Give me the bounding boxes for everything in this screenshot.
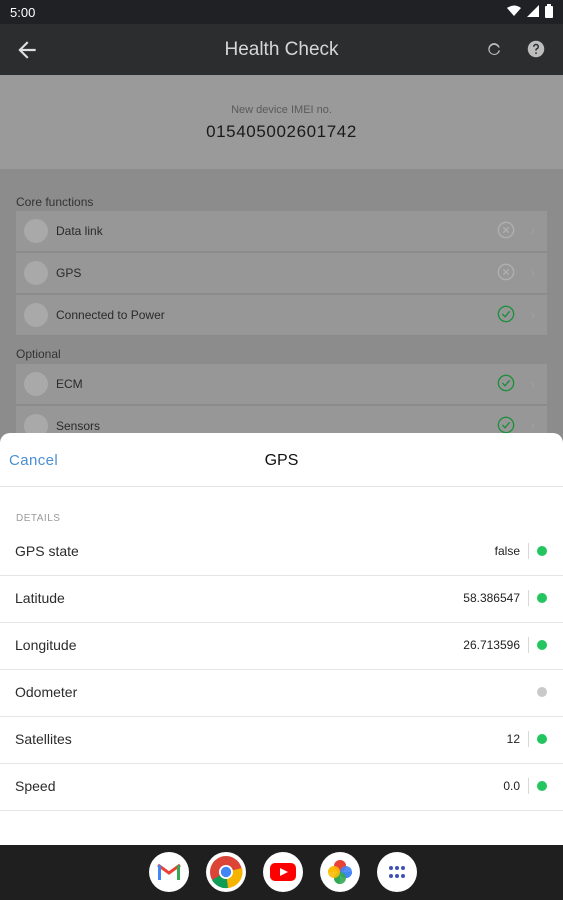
detail-key: Speed	[15, 778, 56, 794]
core-item-label: Data link	[56, 224, 103, 238]
chevron-right-icon: ›	[530, 376, 535, 391]
chevron-right-icon: ›	[530, 418, 535, 433]
status-error-icon	[497, 263, 515, 281]
app-bar: Health Check	[0, 24, 563, 75]
optional-item-ecm[interactable]: ECM ›	[16, 364, 547, 405]
battery-icon	[545, 4, 553, 18]
status-bar: 5:00	[0, 0, 563, 24]
status-dot	[537, 687, 547, 697]
divider	[528, 731, 529, 747]
app-drawer-icon[interactable]	[377, 852, 417, 892]
divider	[528, 637, 529, 653]
core-functions-title: Core functions	[16, 195, 94, 209]
detail-value: 26.713596	[463, 638, 520, 652]
status-dot	[537, 734, 547, 744]
chrome-icon[interactable]	[206, 852, 246, 892]
chevron-right-icon: ›	[530, 265, 535, 280]
app-dock	[149, 852, 417, 892]
detail-value: 58.386547	[463, 591, 520, 605]
page-title: Health Check	[224, 39, 339, 60]
detail-row-longitude: Longitude 26.713596	[0, 622, 563, 670]
details-section-label: DETAILS	[16, 513, 61, 524]
detail-value: 12	[506, 732, 520, 746]
detail-key: Odometer	[15, 684, 78, 700]
detail-row-odometer: Odometer	[0, 669, 563, 717]
core-item-data-link[interactable]: Data link ›	[16, 211, 547, 252]
sheet-title: GPS	[264, 452, 299, 469]
optional-title: Optional	[16, 347, 61, 361]
status-ok-icon	[497, 416, 515, 434]
status-icons	[507, 4, 553, 18]
imei-value: 015405002601742	[206, 122, 357, 141]
status-dot	[537, 781, 547, 791]
status-dot	[537, 546, 547, 556]
nav-bar	[0, 845, 563, 900]
sheet-header: Cancel GPS	[0, 433, 563, 487]
detail-value: 0.0	[503, 779, 520, 793]
divider	[528, 778, 529, 794]
imei-label: New device IMEI no.	[231, 104, 332, 116]
location-pin-icon	[24, 261, 48, 285]
detail-value: false	[494, 544, 520, 558]
status-ok-icon	[497, 305, 515, 323]
status-ok-icon	[497, 374, 515, 392]
detail-row-gps-state: GPS state false	[0, 528, 563, 576]
detail-key: Longitude	[15, 637, 77, 653]
core-item-power[interactable]: Connected to Power ›	[16, 295, 547, 336]
link-icon	[24, 219, 48, 243]
youtube-icon[interactable]	[263, 852, 303, 892]
refresh-icon[interactable]	[485, 40, 503, 58]
detail-row-latitude: Latitude 58.386547	[0, 575, 563, 623]
core-item-label: GPS	[56, 266, 82, 280]
gmail-icon[interactable]	[149, 852, 189, 892]
optional-item-label: Sensors	[56, 419, 101, 433]
status-time: 5:00	[10, 5, 36, 20]
wifi-icon	[507, 5, 521, 16]
detail-row-satellites: Satellites 12	[0, 716, 563, 764]
signal-icon	[527, 5, 539, 17]
help-icon[interactable]	[527, 40, 545, 58]
divider	[528, 543, 529, 559]
core-item-gps[interactable]: GPS ›	[16, 253, 547, 294]
status-dot	[537, 640, 547, 650]
power-bolt-icon	[24, 303, 48, 327]
core-item-label: Connected to Power	[56, 308, 165, 322]
divider	[528, 590, 529, 606]
gps-details-sheet: Cancel GPS DETAILS GPS state false Latit…	[0, 433, 563, 845]
status-dot	[537, 593, 547, 603]
optional-item-label: ECM	[56, 377, 83, 391]
detail-key: Latitude	[15, 590, 65, 606]
status-error-icon	[497, 221, 515, 239]
photos-icon[interactable]	[320, 852, 360, 892]
detail-row-speed: Speed 0.0	[0, 763, 563, 811]
ecm-icon	[24, 372, 48, 396]
imei-card: New device IMEI no. 015405002601742	[0, 75, 563, 169]
chevron-right-icon: ›	[530, 307, 535, 322]
detail-key: GPS state	[15, 543, 79, 559]
detail-key: Satellites	[15, 731, 72, 747]
chevron-right-icon: ›	[530, 223, 535, 238]
